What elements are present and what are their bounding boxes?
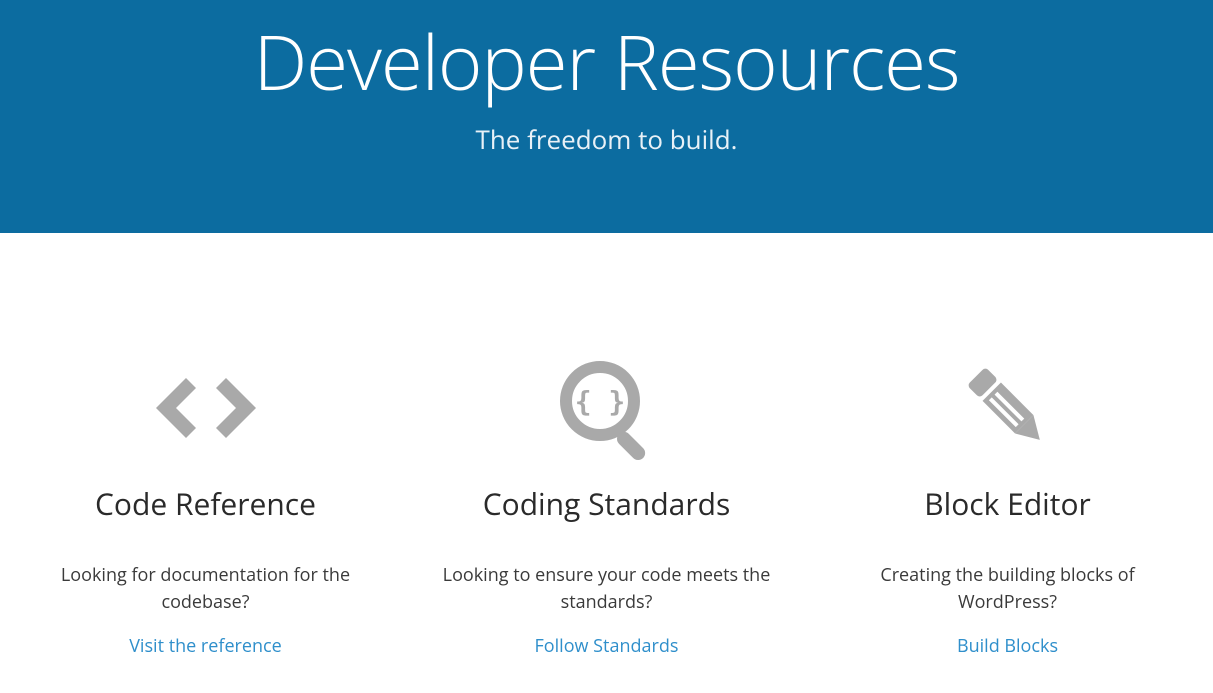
card-description: Looking for documentation for the codeba… xyxy=(26,562,386,616)
standards-icon: { } xyxy=(427,343,787,473)
visit-reference-link[interactable]: Visit the reference xyxy=(129,634,282,658)
build-blocks-link[interactable]: Build Blocks xyxy=(957,634,1058,658)
code-icon xyxy=(26,343,386,473)
card-description: Looking to ensure your code meets the st… xyxy=(427,562,787,616)
hero-banner: Developer Resources The freedom to build… xyxy=(0,0,1213,233)
card-block-editor: Block Editor Creating the building block… xyxy=(828,343,1188,658)
svg-text:{ }: { } xyxy=(574,385,625,418)
page-subtitle: The freedom to build. xyxy=(20,121,1193,157)
follow-standards-link[interactable]: Follow Standards xyxy=(535,634,679,658)
card-coding-standards: { } Coding Standards Looking to ensure y… xyxy=(427,343,787,658)
card-title: Coding Standards xyxy=(427,483,787,524)
card-title: Block Editor xyxy=(828,483,1188,524)
pencil-icon xyxy=(828,343,1188,473)
cards-row: Code Reference Looking for documentation… xyxy=(0,233,1213,658)
card-code-reference: Code Reference Looking for documentation… xyxy=(26,343,386,658)
page-title: Developer Resources xyxy=(20,10,1193,113)
card-title: Code Reference xyxy=(26,483,386,524)
card-description: Creating the building blocks of WordPres… xyxy=(828,562,1188,616)
